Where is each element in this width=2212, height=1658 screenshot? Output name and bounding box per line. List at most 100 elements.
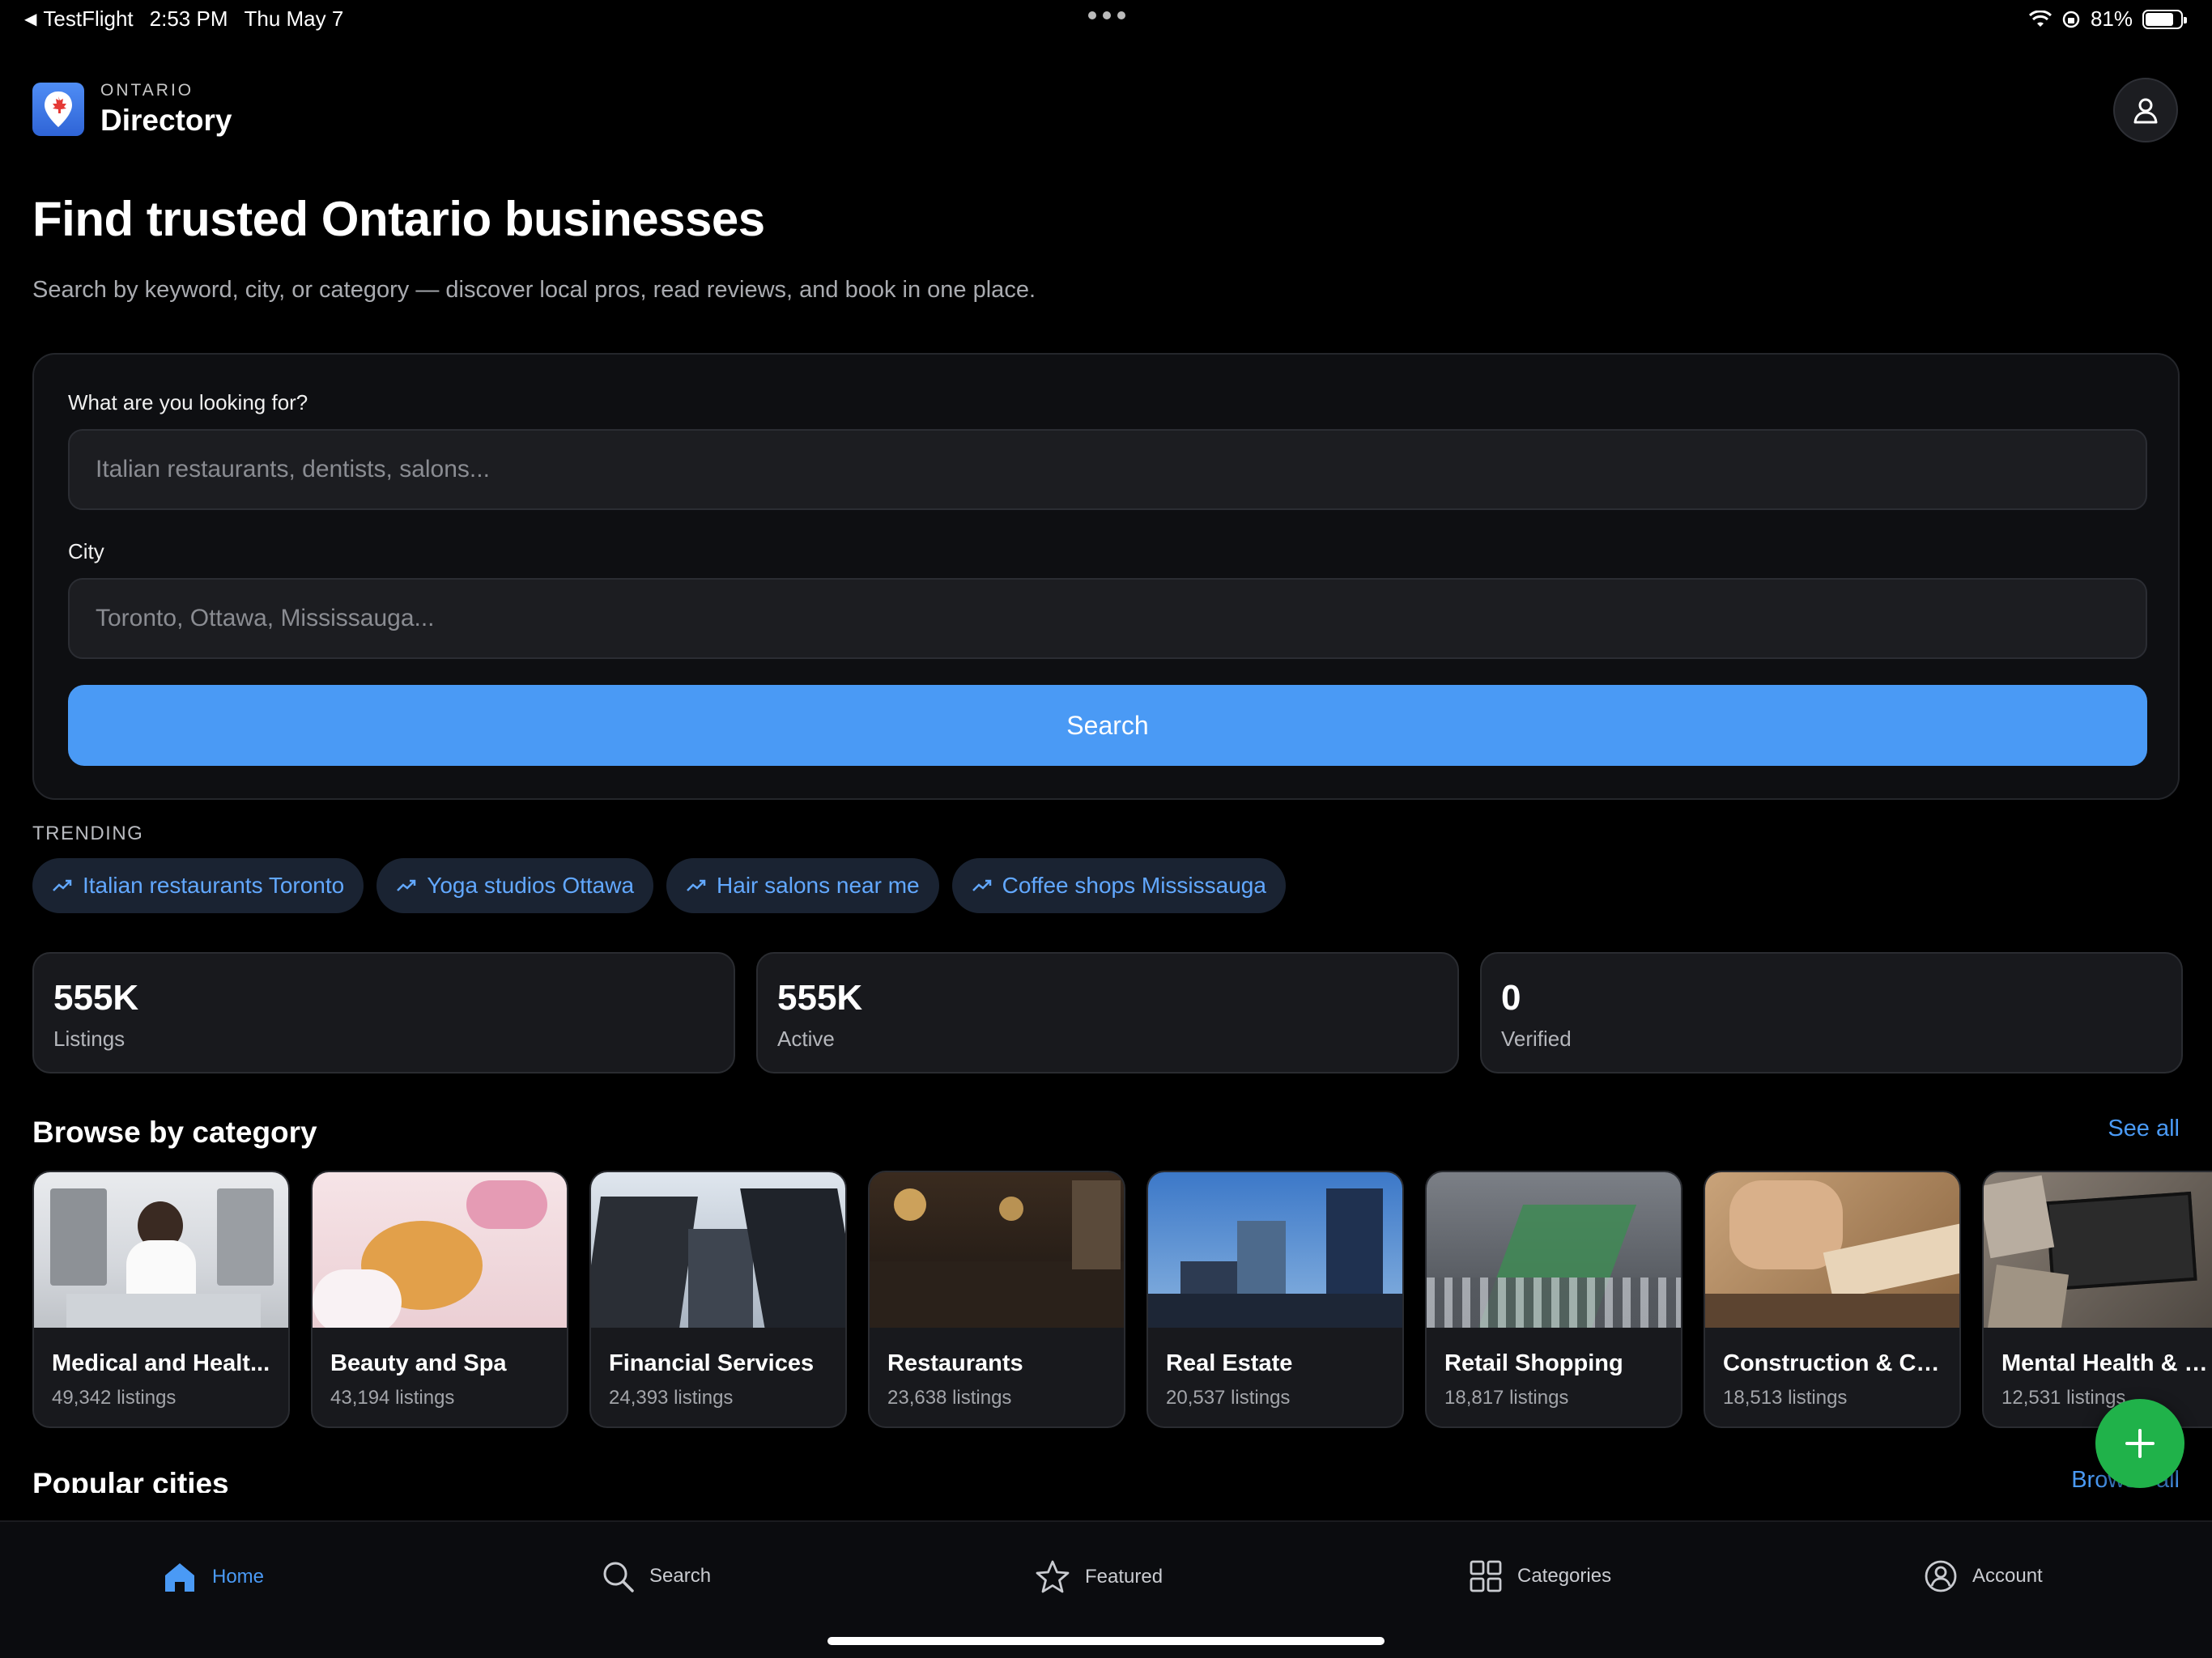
category-image — [591, 1172, 845, 1328]
wifi-icon — [2028, 10, 2052, 27]
page-subtitle: Search by keyword, city, or category — d… — [32, 277, 1036, 303]
tab-categories[interactable]: Categories — [1469, 1559, 1611, 1593]
keyword-input[interactable] — [68, 429, 2147, 510]
category-name: Medical and Healt... — [52, 1350, 270, 1376]
trending-chip[interactable]: Coffee shops Mississauga — [951, 858, 1286, 913]
tab-label: Categories — [1517, 1565, 1612, 1587]
category-count: 20,537 listings — [1166, 1387, 1291, 1409]
category-name: Restaurants — [887, 1350, 1023, 1376]
category-image — [313, 1172, 567, 1328]
stat-label: Verified — [1501, 1027, 1572, 1051]
tab-home[interactable]: Home — [162, 1559, 264, 1595]
tab-search[interactable]: Search — [601, 1559, 711, 1593]
category-card-mental-health[interactable]: Mental Health & W... 12,531 listings — [1982, 1171, 2212, 1428]
category-count: 49,342 listings — [52, 1387, 177, 1409]
orientation-lock-icon — [2062, 11, 2080, 28]
page-title: Find trusted Ontario businesses — [32, 192, 765, 246]
back-app-label[interactable]: TestFlight — [43, 6, 133, 32]
maple-leaf-pin-icon — [32, 83, 84, 136]
tab-label: Search — [649, 1565, 712, 1587]
category-carousel[interactable]: Medical and Healt... 49,342 listings Bea… — [32, 1171, 2212, 1428]
category-count: 18,513 listings — [1723, 1387, 1848, 1409]
status-bar: ◀ TestFlight 2:53 PM Thu May 7 81% — [0, 0, 2212, 39]
tab-label: Home — [212, 1566, 265, 1588]
category-name: Mental Health & W... — [2001, 1350, 2212, 1376]
star-icon — [1036, 1560, 1070, 1593]
stat-card-verified: 0 Verified — [1480, 952, 2183, 1073]
stat-card-active: 555K Active — [756, 952, 1459, 1073]
status-time: 2:53 PM — [149, 6, 228, 31]
home-icon — [165, 1563, 194, 1592]
category-card-beauty[interactable]: Beauty and Spa 43,194 listings — [311, 1171, 568, 1428]
category-image — [1705, 1172, 1959, 1328]
profile-button[interactable] — [2113, 78, 2178, 142]
trending-chips: Italian restaurants Toronto Yoga studios… — [32, 858, 1286, 913]
brand-title: Directory — [100, 104, 232, 137]
trending-up-icon — [687, 879, 706, 891]
category-image — [34, 1172, 288, 1328]
browse-category-title: Browse by category — [32, 1116, 317, 1149]
category-image — [1148, 1172, 1402, 1328]
search-button[interactable]: Search — [68, 685, 2147, 766]
trending-chip-label: Yoga studios Ottawa — [427, 873, 635, 898]
back-arrow-icon[interactable]: ◀ — [24, 9, 36, 29]
tab-label: Account — [1972, 1565, 2043, 1587]
category-name: Beauty and Spa — [330, 1350, 507, 1376]
see-all-link[interactable]: See all — [2108, 1116, 2180, 1142]
category-name: Financial Services — [609, 1350, 815, 1376]
category-image — [1984, 1172, 2212, 1328]
category-count: 24,393 listings — [609, 1387, 734, 1409]
trending-up-icon — [972, 879, 991, 891]
category-name: Construction & Co... — [1723, 1350, 1950, 1376]
search-icon — [603, 1562, 634, 1592]
stat-value: 555K — [777, 978, 863, 1018]
tab-account[interactable]: Account — [1924, 1559, 2043, 1593]
category-card-financial[interactable]: Financial Services 24,393 listings — [589, 1171, 847, 1428]
stats-row: 555K Listings 555K Active 0 Verified — [32, 952, 2183, 1073]
category-card-medical[interactable]: Medical and Healt... 49,342 listings — [32, 1171, 290, 1428]
brand[interactable]: ONTARIO Directory — [32, 81, 232, 138]
keyword-label: What are you looking for? — [68, 390, 308, 414]
search-card: What are you looking for? City Search — [32, 353, 2180, 800]
stat-value: 0 — [1501, 978, 1521, 1018]
city-input[interactable] — [68, 578, 2147, 659]
trending-chip-label: Coffee shops Mississauga — [1002, 873, 1266, 898]
popular-cities-title: Popular cities — [32, 1467, 229, 1493]
trending-chip[interactable]: Yoga studios Ottawa — [376, 858, 654, 913]
category-image — [1427, 1172, 1681, 1328]
grid-icon — [1470, 1560, 1502, 1592]
city-label: City — [68, 539, 104, 563]
status-date: Thu May 7 — [244, 6, 344, 31]
home-indicator[interactable] — [827, 1637, 1385, 1645]
tab-featured[interactable]: Featured — [1035, 1559, 1163, 1595]
tab-bar: Home Search Featured Categories Account — [0, 1520, 2212, 1658]
category-count: 23,638 listings — [887, 1387, 1012, 1409]
category-card-retail[interactable]: Retail Shopping 18,817 listings — [1425, 1171, 1682, 1428]
add-listing-button[interactable] — [2095, 1399, 2184, 1488]
stat-card-listings: 555K Listings — [32, 952, 735, 1073]
category-image — [870, 1172, 1124, 1328]
trending-chip-label: Hair salons near me — [717, 873, 920, 898]
brand-subtitle: ONTARIO — [100, 81, 194, 100]
category-count: 18,817 listings — [1444, 1387, 1569, 1409]
trending-chip[interactable]: Italian restaurants Toronto — [32, 858, 364, 913]
trending-label: TRENDING — [32, 823, 144, 844]
category-card-restaurants[interactable]: Restaurants 23,638 listings — [868, 1171, 1125, 1428]
stat-label: Active — [777, 1027, 835, 1051]
battery-percent: 81% — [2090, 6, 2133, 31]
category-name: Real Estate — [1166, 1350, 1293, 1376]
trending-chip-label: Italian restaurants Toronto — [83, 873, 345, 898]
category-card-construction[interactable]: Construction & Co... 18,513 listings — [1704, 1171, 1961, 1428]
tab-label: Featured — [1085, 1566, 1163, 1588]
plus-icon — [2125, 1429, 2155, 1458]
user-icon — [2133, 98, 2158, 124]
trending-up-icon — [53, 879, 72, 891]
category-count: 12,531 listings — [2001, 1387, 2126, 1409]
battery-icon — [2142, 9, 2187, 29]
multitasking-dots-icon[interactable] — [1088, 11, 1125, 19]
category-card-real-estate[interactable]: Real Estate 20,537 listings — [1146, 1171, 1404, 1428]
category-count: 43,194 listings — [330, 1387, 455, 1409]
category-name: Retail Shopping — [1444, 1350, 1623, 1376]
trending-chip[interactable]: Hair salons near me — [666, 858, 939, 913]
stat-value: 555K — [53, 978, 139, 1018]
